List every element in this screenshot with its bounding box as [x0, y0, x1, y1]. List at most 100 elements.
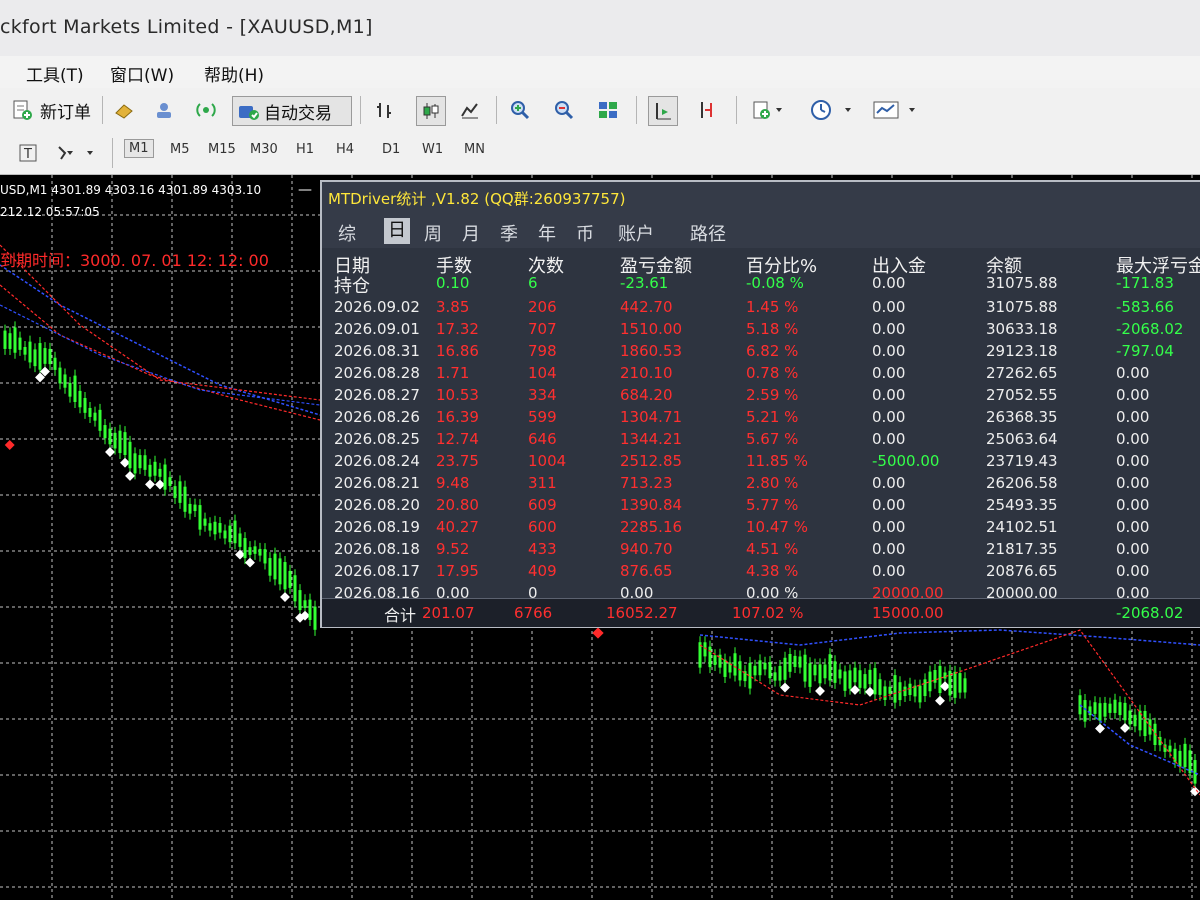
periods-icon[interactable]: [808, 98, 854, 122]
candle-body: [233, 520, 237, 544]
candle-body: [68, 382, 72, 397]
candle-body: [918, 685, 922, 703]
row-date: 2026.08.21: [334, 474, 420, 492]
bar-chart-icon[interactable]: [372, 98, 396, 122]
timeframe-h4[interactable]: H4: [336, 142, 354, 157]
candle-body: [813, 664, 817, 676]
row-profit: 1344.21: [620, 430, 683, 448]
auto-trading-button[interactable]: 自动交易: [232, 96, 352, 126]
timeframe-m30[interactable]: M30: [250, 142, 278, 157]
tile-windows-icon[interactable]: [596, 98, 620, 122]
candle-body: [63, 374, 67, 388]
timeframe-w1[interactable]: W1: [422, 142, 443, 157]
row-balance: 25493.35: [986, 496, 1058, 514]
timeframe-m15[interactable]: M15: [208, 142, 236, 157]
candle-body: [198, 505, 202, 530]
tab-4[interactable]: 季: [500, 220, 518, 246]
candle-body: [1183, 743, 1187, 768]
signal-marker: [245, 557, 255, 568]
signal-marker: [1095, 723, 1105, 734]
candle-body: [58, 367, 62, 384]
draw-tools-dropdown-icon[interactable]: [54, 142, 98, 164]
candle-body: [183, 486, 187, 512]
signal-marker: [155, 479, 165, 490]
chart-close-button[interactable]: —: [296, 183, 314, 199]
tab-8[interactable]: 路径: [690, 220, 726, 246]
candle-body: [38, 343, 42, 370]
candle-body: [223, 530, 227, 539]
window-title: ckfort Markets Limited - [XAUUSD,M1]: [0, 16, 373, 38]
timeframe-mn[interactable]: MN: [464, 142, 485, 157]
tab-2[interactable]: 周: [424, 220, 442, 246]
chart-time: 212.12 05:57:05: [0, 205, 100, 219]
panel-title: MTDriver统计 ,V1.82 (QQ群:260937757): [328, 190, 626, 208]
signal-marker: [120, 457, 130, 468]
candle-body: [83, 398, 87, 413]
stats-table: 日期 手数 次数 盈亏金额 百分比% 出入金 余额 最大浮亏金 持仓 0.10 6 -23.61 -0.…: [322, 248, 1200, 602]
row-profit: 1390.84: [620, 496, 683, 514]
totals-label: 合计: [384, 606, 417, 625]
zoom-in-icon[interactable]: [508, 98, 532, 122]
signals-icon[interactable]: [194, 98, 218, 122]
row-balance: 20876.65: [986, 562, 1058, 580]
candle-body: [873, 668, 877, 695]
candle-body: [1168, 745, 1172, 752]
row-trades: 409: [528, 562, 557, 580]
tab-3[interactable]: 月: [462, 220, 480, 246]
signal-marker: [780, 682, 790, 693]
menu-window[interactable]: 窗口(W): [110, 61, 174, 86]
candlestick-icon[interactable]: [416, 96, 446, 126]
tab-6[interactable]: 币: [576, 220, 594, 246]
new-order-button[interactable]: 新订单: [40, 98, 91, 123]
row-lots: 10.53: [436, 386, 479, 404]
autoscroll-icon[interactable]: [696, 98, 720, 122]
chart-shift-icon[interactable]: [648, 96, 678, 126]
candle-body: [1118, 702, 1122, 716]
candle-body: [213, 521, 217, 535]
toolbar-separator: [102, 96, 103, 124]
row-deposit: 0.00: [872, 364, 906, 382]
row-trades: 646: [528, 430, 557, 448]
row-percent: 0.78 %: [746, 364, 799, 382]
candle-body: [313, 606, 317, 630]
position-max-drawdown: -171.83: [1116, 274, 1174, 292]
timeframe-d1[interactable]: D1: [382, 142, 400, 157]
zoom-out-icon[interactable]: [552, 98, 576, 122]
row-max-drawdown: 0.00: [1116, 518, 1150, 536]
candle-body: [188, 503, 192, 514]
tab-7[interactable]: 账户: [618, 220, 654, 246]
market-watch-icon[interactable]: [152, 98, 176, 122]
row-trades: 798: [528, 342, 557, 360]
new-order-icon[interactable]: [10, 98, 34, 122]
indicators-icon[interactable]: [750, 98, 786, 122]
row-balance: 30633.18: [986, 320, 1058, 338]
text-tool-icon[interactable]: T: [16, 142, 40, 164]
menu-help[interactable]: 帮助(H): [204, 61, 264, 86]
tab-1[interactable]: 日: [384, 218, 410, 244]
position-percent: -0.08 %: [746, 274, 804, 292]
row-trades: 707: [528, 320, 557, 338]
candle-body: [1143, 710, 1147, 737]
timeframe-m1[interactable]: M1: [124, 139, 154, 158]
row-lots: 12.74: [436, 430, 479, 448]
tab-0[interactable]: 综: [338, 220, 356, 246]
candle-body: [893, 675, 897, 703]
ma-line-red: [0, 284, 321, 421]
candle-body: [1093, 702, 1097, 714]
candle-body: [1113, 699, 1117, 713]
expiry-label: 到期时间：3000. 07. 01 12: 12: 00: [0, 251, 269, 270]
timeframe-h1[interactable]: H1: [296, 142, 314, 157]
menu-bar: 工具(T) 窗口(W) 帮助(H): [0, 56, 1200, 89]
row-deposit: 0.00: [872, 562, 906, 580]
row-lots: 20.80: [436, 496, 479, 514]
tab-5[interactable]: 年: [538, 220, 556, 246]
row-balance: 31075.88: [986, 298, 1058, 316]
line-chart-icon[interactable]: [458, 98, 482, 122]
navigator-icon[interactable]: [112, 98, 136, 122]
timeframe-m5[interactable]: M5: [170, 142, 190, 157]
candle-body: [1078, 695, 1082, 715]
menu-tools[interactable]: 工具(T): [26, 61, 84, 86]
candle-body: [133, 453, 137, 474]
toolbar-separator: [736, 96, 737, 124]
templates-icon[interactable]: [870, 98, 920, 122]
